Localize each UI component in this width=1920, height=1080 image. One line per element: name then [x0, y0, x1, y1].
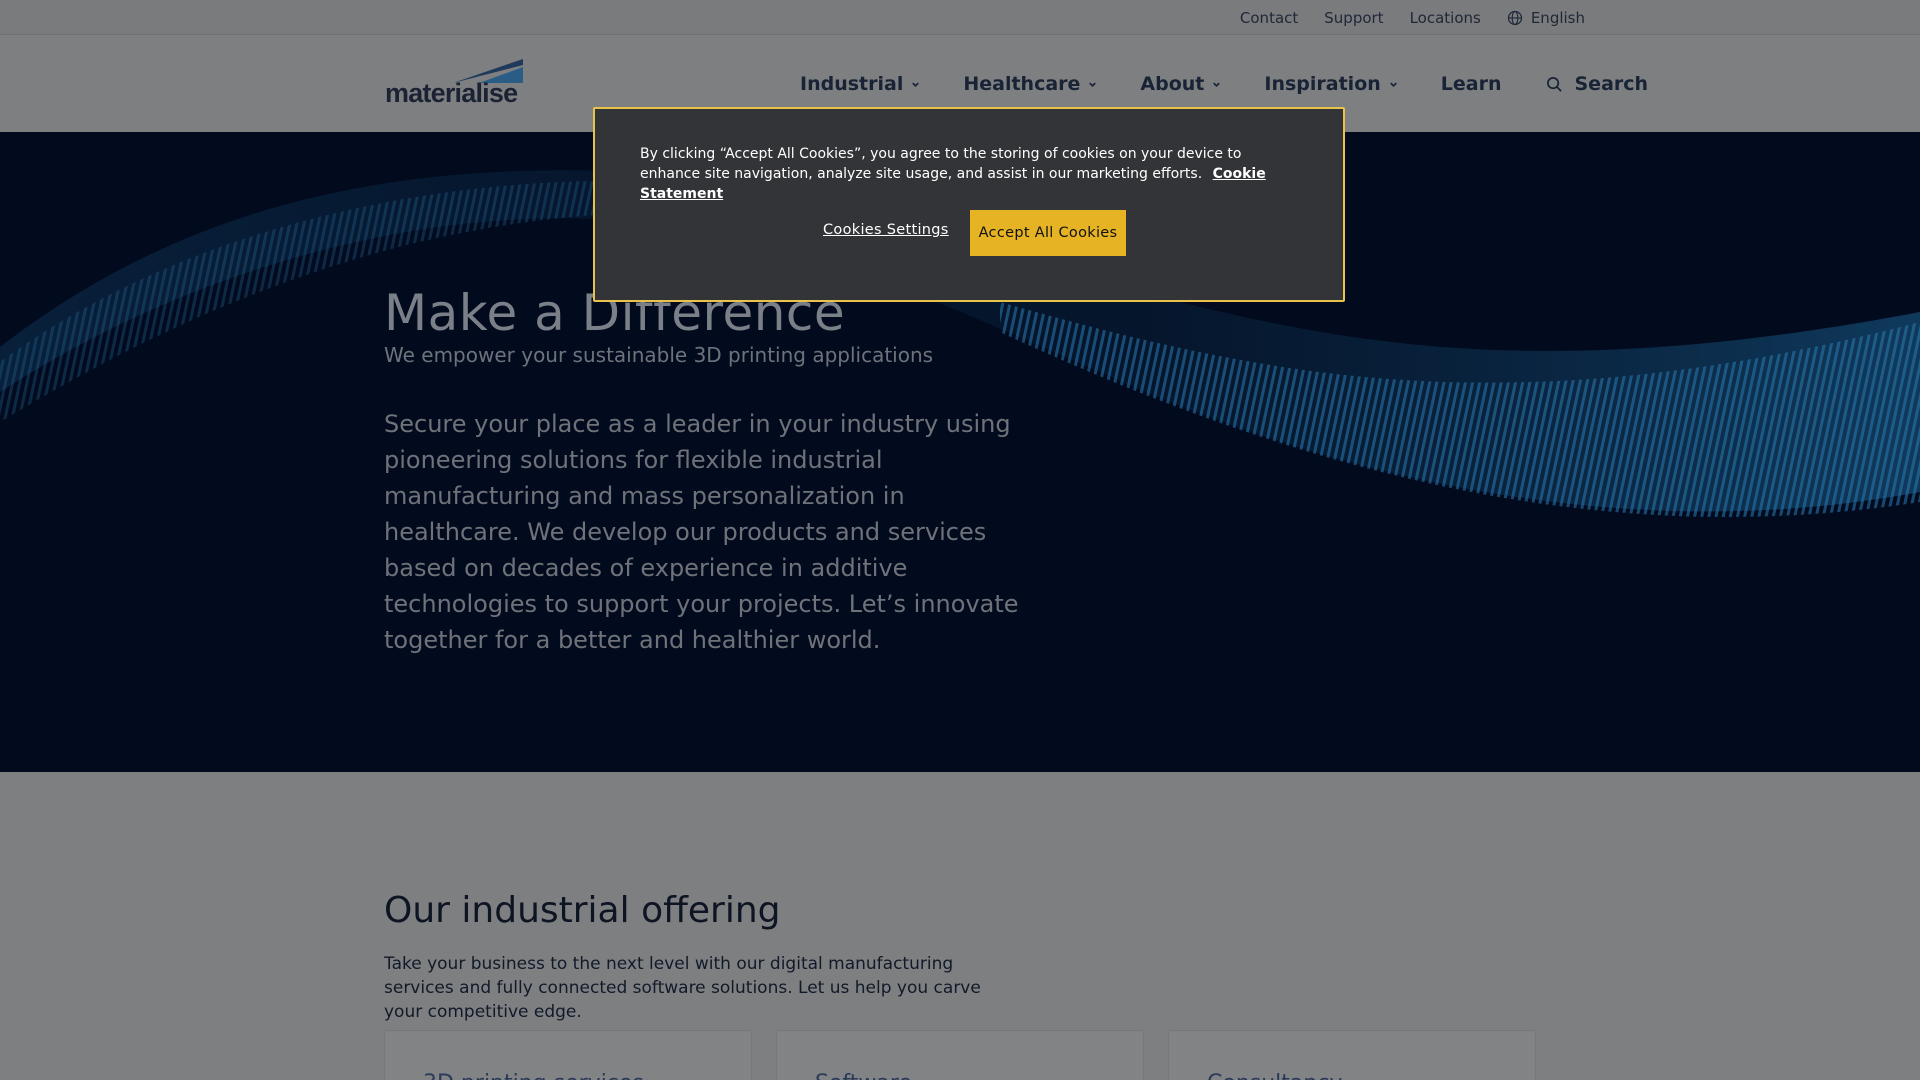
- language-label: English: [1530, 8, 1585, 27]
- accept-all-cookies-button[interactable]: Accept All Cookies: [970, 210, 1126, 256]
- cookies-settings-button[interactable]: Cookies Settings: [823, 222, 949, 238]
- chevron-down-icon: [912, 82, 920, 87]
- section-intro: Take your business to the next level wit…: [384, 954, 981, 1022]
- contact-link[interactable]: Contact: [1240, 9, 1298, 27]
- search-button[interactable]: Search: [1546, 73, 1649, 95]
- hero-body-text: Secure your place as a leader in your in…: [384, 410, 1019, 654]
- nav-label: About: [1140, 73, 1205, 95]
- offering-card-3d-printing[interactable]: 3D printing services: [384, 1030, 752, 1080]
- nav-label: Learn: [1440, 73, 1502, 95]
- search-icon: [1546, 76, 1562, 92]
- nav-label: Industrial: [800, 73, 904, 95]
- language-selector[interactable]: English: [1507, 9, 1585, 27]
- nav-item-inspiration[interactable]: Inspiration: [1264, 73, 1398, 95]
- nav-item-learn[interactable]: Learn: [1441, 73, 1502, 95]
- nav-item-healthcare[interactable]: Healthcare: [963, 73, 1098, 95]
- nav-item-industrial[interactable]: Industrial: [800, 73, 921, 95]
- chevron-down-icon: [1213, 82, 1221, 87]
- utility-bar: Contact Support Locations English: [0, 0, 1920, 35]
- nav-item-about[interactable]: About: [1140, 73, 1222, 95]
- utility-links: Contact Support Locations English: [1240, 0, 1585, 35]
- page: Contact Support Locations English materi…: [0, 0, 1920, 1080]
- card-label: 3D printing services: [423, 1071, 644, 1080]
- locations-link[interactable]: Locations: [1410, 9, 1481, 27]
- nav-label: Healthcare: [963, 73, 1081, 95]
- offering-card-software[interactable]: Software: [776, 1030, 1144, 1080]
- section-title: Our industrial offering: [384, 890, 781, 931]
- cookie-text: By clicking “Accept All Cookies”, you ag…: [640, 144, 1300, 204]
- cookie-consent-dialog: By clicking “Accept All Cookies”, you ag…: [593, 107, 1345, 302]
- hero-subtitle: We empower your sustainable 3D printing …: [384, 343, 934, 367]
- chevron-down-icon: [1389, 82, 1397, 87]
- globe-icon: [1507, 10, 1522, 25]
- chevron-down-icon: [1089, 82, 1097, 87]
- offering-card-consultancy[interactable]: Consultancy: [1168, 1030, 1536, 1080]
- search-label: Search: [1574, 73, 1649, 95]
- materialise-logo[interactable]: materialise: [385, 59, 525, 109]
- industrial-offering-section: Our industrial offering Take your busine…: [0, 772, 1920, 1080]
- logo-text: materialise: [385, 78, 518, 108]
- nav-label: Inspiration: [1264, 73, 1381, 95]
- cookie-message: By clicking “Accept All Cookies”, you ag…: [640, 146, 1242, 182]
- card-label: Consultancy: [1207, 1071, 1342, 1080]
- card-label: Software: [815, 1071, 912, 1080]
- support-link[interactable]: Support: [1324, 9, 1383, 27]
